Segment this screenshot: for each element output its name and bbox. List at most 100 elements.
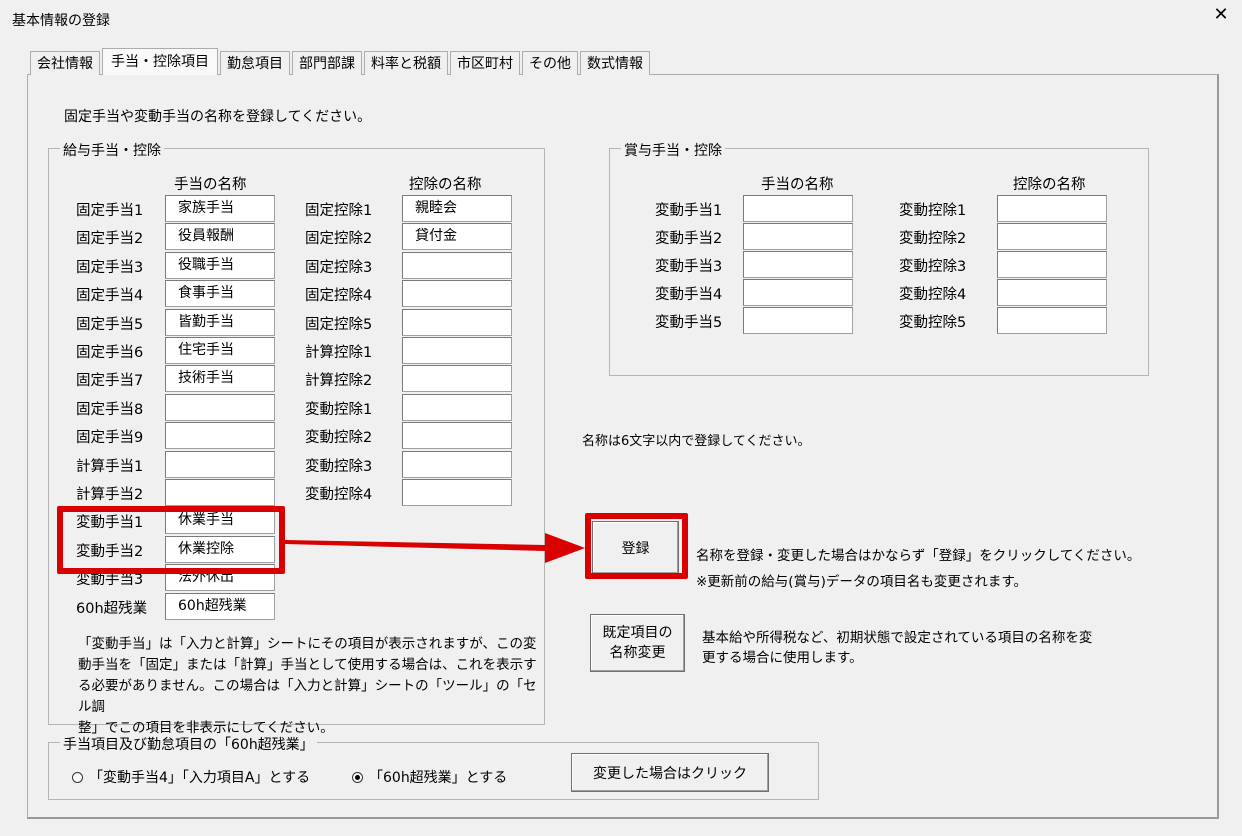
bonus-allowance-label: 変動手当2 bbox=[655, 231, 723, 247]
bonus-deduction-field[interactable] bbox=[997, 195, 1107, 222]
salary-deduction-label: 固定控除1 bbox=[305, 203, 373, 219]
salary-deduction-field[interactable]: 貸付金 bbox=[402, 223, 512, 251]
window-title: 基本情報の登録 bbox=[12, 13, 110, 29]
overtime-option1[interactable]: 「変動手当4」「入力項目A」とする bbox=[72, 767, 310, 787]
bonus-allowance-field[interactable] bbox=[743, 223, 853, 250]
salary-allowance-field[interactable] bbox=[165, 479, 275, 506]
salary-allowance-field[interactable] bbox=[165, 393, 275, 421]
salary-allowance-field[interactable]: 役職手当 bbox=[165, 251, 275, 279]
bonus-deduction-field[interactable] bbox=[997, 279, 1107, 306]
salary-allowance-label: 固定手当9 bbox=[76, 430, 144, 447]
default-names-button-line1: 既定項目の bbox=[602, 625, 673, 641]
bonus-allowance-label: 変動手当5 bbox=[655, 315, 723, 331]
salary-allowance-label: 固定手当2 bbox=[76, 231, 144, 248]
highlight-box-variable-allowances bbox=[57, 506, 285, 574]
salary-allowance-label: 固定手当8 bbox=[76, 401, 144, 418]
radio-option2-icon[interactable] bbox=[352, 771, 363, 783]
salary-group-legend: 給与手当・控除 bbox=[60, 140, 164, 160]
register-desc: 名称を登録・変更した場合はかならず「登録」をクリックしてください。 bbox=[696, 548, 1141, 564]
salary-allowance-label: 計算手当1 bbox=[76, 458, 144, 475]
instruction-text: 固定手当や変動手当の名称を登録してください。 bbox=[64, 109, 372, 125]
salary-deduction-field[interactable]: 親睦会 bbox=[402, 195, 512, 222]
bonus-allowance-field[interactable] bbox=[743, 279, 853, 306]
salary-allowance-header: 手当の名称 bbox=[174, 177, 247, 193]
apply-overtime-button[interactable]: 変更した場合はクリック bbox=[571, 753, 769, 792]
salary-deduction-field[interactable] bbox=[402, 251, 512, 279]
salary-allowance-field[interactable] bbox=[165, 450, 275, 478]
salary-deduction-label: 固定控除2 bbox=[305, 231, 373, 248]
salary-deduction-label: 固定控除3 bbox=[305, 259, 373, 276]
salary-allowance-field[interactable]: 住宅手当 bbox=[165, 337, 275, 364]
tab-formula-info[interactable]: 数式情報 bbox=[580, 51, 650, 75]
bonus-deduction-field[interactable] bbox=[997, 223, 1107, 250]
bonus-deduction-label: 変動控除1 bbox=[899, 203, 967, 219]
variable-allowance-note: 「変動手当」は「入力と計算」シートにその項目が表示されますが、この変 動手当を「… bbox=[78, 634, 538, 739]
salary-deduction-label: 変動控除1 bbox=[305, 401, 373, 418]
tab-allowances-deductions[interactable]: 手当・控除項目 bbox=[102, 48, 218, 75]
radio-option1-icon[interactable] bbox=[72, 771, 83, 783]
salary-allowance-label: 固定手当7 bbox=[76, 373, 144, 390]
arrow-shape bbox=[285, 533, 585, 563]
note-line: る必要がありません。この場合は「入力と計算」シートの「ツール」の「セル調 bbox=[78, 678, 537, 715]
salary-allowance-field[interactable]: 技術手当 bbox=[165, 365, 275, 393]
tab-company-info[interactable]: 会社情報 bbox=[30, 51, 100, 75]
default-names-desc2: 更する場合に使用します。 bbox=[702, 650, 863, 666]
bonus-deduction-label: 変動控除5 bbox=[899, 315, 967, 331]
salary-deduction-field[interactable] bbox=[402, 479, 512, 506]
bonus-deduction-field[interactable] bbox=[997, 251, 1107, 278]
salary-deduction-field[interactable] bbox=[402, 450, 512, 478]
tab-municipalities[interactable]: 市区町村 bbox=[450, 51, 520, 75]
highlight-box-register bbox=[585, 513, 688, 579]
bonus-allowance-header: 手当の名称 bbox=[761, 177, 834, 193]
bonus-deduction-header: 控除の名称 bbox=[1013, 177, 1086, 193]
salary-deduction-label: 変動控除3 bbox=[305, 458, 373, 475]
salary-deduction-label: 固定控除4 bbox=[305, 288, 373, 305]
salary-allowance-field[interactable]: 皆勤手当 bbox=[165, 308, 275, 336]
bonus-group-legend: 賞与手当・控除 bbox=[621, 140, 725, 160]
default-names-desc1: 基本給や所得税など、初期状態で設定されている項目の名称を変 bbox=[702, 630, 1093, 646]
salary-allowance-field[interactable]: 役員報酬 bbox=[165, 223, 275, 251]
tab-departments[interactable]: 部門部課 bbox=[292, 51, 362, 75]
name-length-note: 名称は6文字以内で登録してください。 bbox=[582, 434, 811, 449]
note-line: 「変動手当」は「入力と計算」シートにその項目が表示されますが、この変 bbox=[78, 636, 537, 652]
salary-deduction-field[interactable] bbox=[402, 308, 512, 336]
tab-attendance[interactable]: 勤怠項目 bbox=[220, 51, 290, 75]
bonus-allowance-field[interactable] bbox=[743, 307, 853, 334]
salary-deduction-label: 固定控除5 bbox=[305, 316, 373, 333]
tab-other[interactable]: その他 bbox=[522, 51, 578, 75]
bonus-deduction-field[interactable] bbox=[997, 307, 1107, 334]
tab-rates-taxes[interactable]: 料率と税額 bbox=[364, 51, 448, 75]
salary-allowance-field[interactable]: 60h超残業 bbox=[165, 592, 275, 620]
salary-deduction-label: 変動控除2 bbox=[305, 430, 373, 447]
bonus-deduction-label: 変動控除4 bbox=[899, 287, 967, 303]
close-icon[interactable]: ✕ bbox=[1210, 4, 1232, 26]
default-names-button-line2: 名称変更 bbox=[609, 645, 666, 661]
salary-deduction-field[interactable] bbox=[402, 365, 512, 393]
bonus-allowance-field[interactable] bbox=[743, 251, 853, 278]
salary-deduction-field[interactable] bbox=[402, 422, 512, 450]
note-line: 動手当を「固定」または「計算」手当として使用する場合は、これを表示す bbox=[78, 657, 537, 673]
bonus-deduction-label: 変動控除2 bbox=[899, 231, 967, 247]
salary-allowance-label: 固定手当5 bbox=[76, 316, 144, 333]
salary-deduction-field[interactable] bbox=[402, 280, 512, 308]
overtime-group-legend: 手当項目及び勤怠項目の「60h超残業」 bbox=[60, 734, 317, 754]
salary-allowance-field[interactable]: 食事手当 bbox=[165, 280, 275, 308]
salary-deduction-field[interactable] bbox=[402, 393, 512, 421]
overtime-option2[interactable]: 「60h超残業」とする bbox=[352, 767, 507, 787]
salary-allowance-label: 計算手当2 bbox=[76, 487, 144, 503]
bonus-allowance-label: 変動手当3 bbox=[655, 259, 723, 275]
salary-allowance-label: 60h超残業 bbox=[76, 600, 148, 617]
salary-allowance-label: 固定手当3 bbox=[76, 259, 144, 276]
salary-deduction-label: 計算控除2 bbox=[305, 373, 373, 390]
salary-allowance-label: 固定手当1 bbox=[76, 203, 144, 219]
overtime-option2-label: 「60h超残業」とする bbox=[369, 770, 508, 786]
register-warning: ※更新前の給与(賞与)データの項目名も変更されます。 bbox=[696, 574, 1027, 590]
bonus-allowance-field[interactable] bbox=[743, 195, 853, 222]
salary-allowance-field[interactable] bbox=[165, 422, 275, 450]
salary-allowance-field[interactable]: 家族手当 bbox=[165, 195, 275, 222]
tab-bar: 会社情報 手当・控除項目 勤怠項目 部門部課 料率と税額 市区町村 その他 数式… bbox=[30, 48, 652, 75]
salary-deduction-label: 変動控除4 bbox=[305, 487, 373, 503]
bonus-deduction-label: 変動控除3 bbox=[899, 259, 967, 275]
salary-deduction-field[interactable] bbox=[402, 337, 512, 364]
default-names-button[interactable]: 既定項目の 名称変更 bbox=[590, 614, 685, 672]
